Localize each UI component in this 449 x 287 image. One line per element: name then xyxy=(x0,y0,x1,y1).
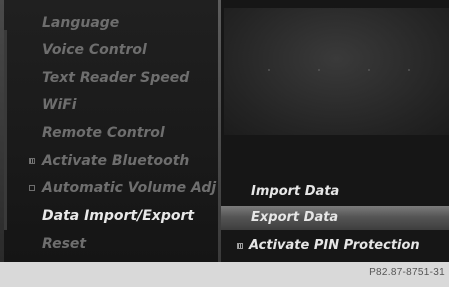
caption-bar: P82.87-8751-31 xyxy=(0,262,449,287)
checkbox-checked-icon[interactable] xyxy=(29,158,35,164)
menu-item-remote-control[interactable]: Remote Control xyxy=(14,122,214,144)
menu-item-label: WiFi xyxy=(42,97,77,113)
preview-dots-icon xyxy=(268,69,410,71)
menu-item-reset[interactable]: Reset xyxy=(14,233,214,255)
menu-item-label: Data Import/Export xyxy=(42,208,195,224)
display-screen: Language Voice Control Text Reader Speed… xyxy=(0,0,449,262)
menu-item-text-reader-speed[interactable]: Text Reader Speed xyxy=(14,67,214,89)
option-label: Activate PIN Protection xyxy=(249,238,420,253)
option-import-data[interactable]: Import Data xyxy=(221,180,449,204)
option-label: Import Data xyxy=(251,184,340,199)
option-activate-pin-protection[interactable]: Activate PIN Protection xyxy=(221,234,449,258)
menu-item-language[interactable]: Language xyxy=(14,12,214,34)
menu-item-voice-control[interactable]: Voice Control xyxy=(14,39,214,61)
menu-item-wifi[interactable]: WiFi xyxy=(14,94,214,116)
option-export-data[interactable]: Export Data xyxy=(221,206,449,230)
menu-item-label: Activate Bluetooth xyxy=(42,153,190,169)
menu-item-label: Language xyxy=(42,15,120,31)
checkbox-checked-icon[interactable] xyxy=(237,243,243,249)
menu-item-label: Voice Control xyxy=(42,42,147,58)
menu-item-data-import-export[interactable]: Data Import/Export xyxy=(14,205,214,227)
menu-item-label: Text Reader Speed xyxy=(42,70,190,86)
menu-item-label: Remote Control xyxy=(42,125,165,141)
option-label: Export Data xyxy=(251,210,339,225)
checkbox-unchecked-icon[interactable] xyxy=(29,185,35,191)
menu-edge-inner xyxy=(4,30,7,230)
menu-item-activate-bluetooth[interactable]: Activate Bluetooth xyxy=(14,150,214,172)
preview-area xyxy=(224,8,449,135)
figure-code: P82.87-8751-31 xyxy=(369,267,445,278)
menu-item-label: Reset xyxy=(42,236,87,252)
menu-item-automatic-volume[interactable]: Automatic Volume Adj xyxy=(14,177,217,199)
menu-item-label: Automatic Volume Adj xyxy=(42,180,217,196)
settings-menu: Language Voice Control Text Reader Speed… xyxy=(0,0,219,262)
